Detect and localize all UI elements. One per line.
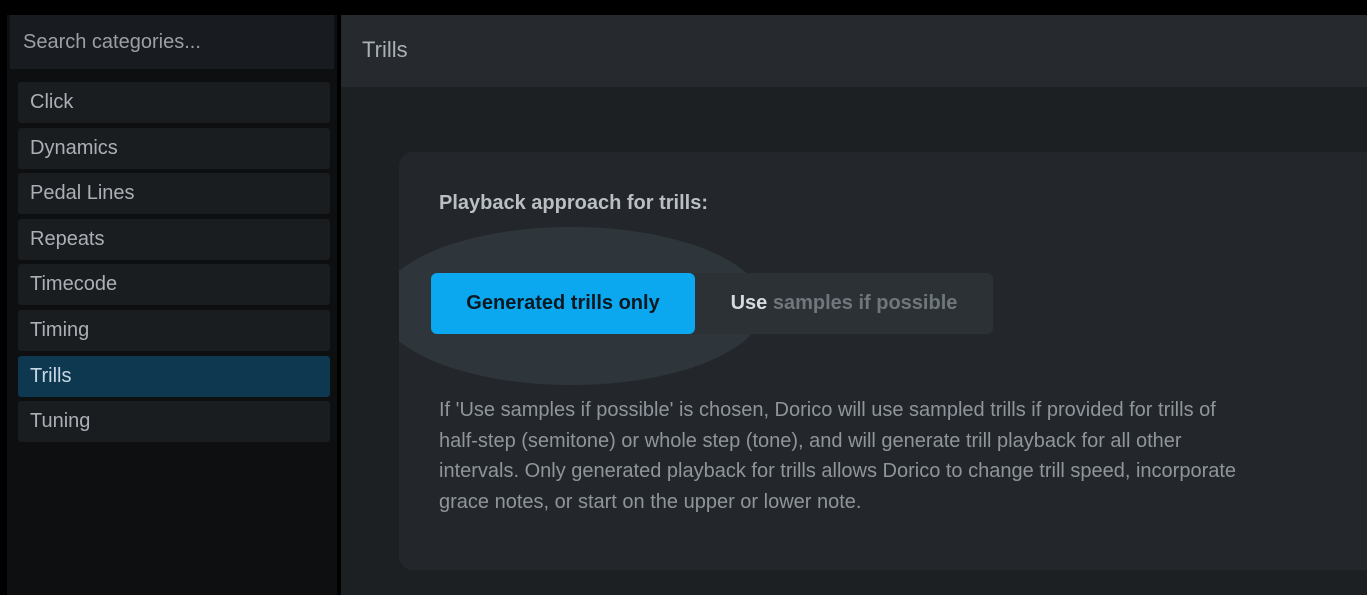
page-title: Trills bbox=[362, 37, 408, 62]
sidebar-item-timecode[interactable]: Timecode bbox=[18, 264, 330, 306]
description-line-1: If 'Use samples if possible' is chosen, … bbox=[439, 399, 1216, 421]
category-sidebar: Click Dynamics Pedal Lines Repeats Timec… bbox=[7, 15, 337, 595]
description-line-4: grace notes, or start on the upper or lo… bbox=[439, 490, 862, 513]
trills-option-card: Playback approach for trills: Generated … bbox=[399, 152, 1367, 570]
description-line-3: intervals. Only generated playback for t… bbox=[439, 460, 1237, 482]
use-samples-rest-text: samples if possible bbox=[767, 292, 958, 314]
preferences-window: Click Dynamics Pedal Lines Repeats Timec… bbox=[0, 0, 1367, 595]
option-description: If 'Use samples if possible' is chosen, … bbox=[439, 395, 1367, 517]
description-line-2: half-step (semitone) or whole step (tone… bbox=[439, 429, 1182, 452]
sidebar-item-trills[interactable]: Trills bbox=[18, 355, 330, 397]
sidebar-item-timing[interactable]: Timing bbox=[18, 309, 330, 351]
playback-approach-label: Playback approach for trills: bbox=[439, 192, 708, 214]
use-samples-highlight-text: Use bbox=[730, 292, 768, 314]
sidebar-item-pedal-lines[interactable]: Pedal Lines bbox=[18, 173, 330, 215]
generated-trills-only-button[interactable]: Generated trills only bbox=[431, 273, 695, 334]
sidebar-item-tuning[interactable]: Tuning bbox=[18, 401, 330, 443]
main-panel: Trills Playback approach for trills: Gen… bbox=[341, 15, 1367, 595]
sidebar-item-repeats[interactable]: Repeats bbox=[18, 218, 330, 260]
use-samples-if-possible-button[interactable]: Use samples if possible bbox=[695, 273, 993, 334]
sidebar-item-click[interactable]: Click bbox=[18, 82, 330, 123]
sidebar-item-dynamics[interactable]: Dynamics bbox=[18, 127, 330, 169]
page-header: Trills bbox=[341, 15, 1367, 87]
category-list: Click Dynamics Pedal Lines Repeats Timec… bbox=[18, 82, 330, 447]
playback-approach-segmented-control: Generated trills only Use samples if pos… bbox=[431, 273, 993, 334]
search-categories-input[interactable] bbox=[10, 15, 334, 69]
